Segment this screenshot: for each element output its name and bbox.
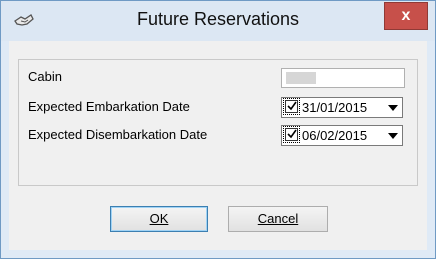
cancel-button[interactable]: Cancel bbox=[228, 206, 328, 232]
title-bar[interactable]: Future Reservations x bbox=[1, 1, 435, 41]
chevron-down-icon bbox=[388, 133, 398, 139]
chevron-down-icon bbox=[388, 105, 398, 111]
checkmark-icon bbox=[287, 101, 297, 111]
dialog-window: Future Reservations x Cabin Expected Emb… bbox=[0, 0, 436, 259]
disembarkation-dropdown-button[interactable] bbox=[385, 127, 401, 144]
ok-button-label[interactable]: OK bbox=[150, 211, 169, 226]
cabin-field[interactable] bbox=[281, 68, 405, 88]
cabin-value-masked bbox=[286, 72, 316, 84]
disembarkation-date-picker[interactable]: 06/02/2015 bbox=[281, 125, 403, 146]
close-icon[interactable]: x bbox=[402, 7, 411, 24]
dialog-body: Cabin Expected Embarkation Date 31/01/20… bbox=[9, 41, 427, 250]
cancel-button-label[interactable]: Cancel bbox=[258, 211, 298, 226]
embarkation-date-checkbox[interactable] bbox=[283, 98, 300, 115]
embarkation-date-value[interactable]: 31/01/2015 bbox=[302, 100, 367, 115]
embarkation-dropdown-button[interactable] bbox=[385, 99, 401, 116]
embarkation-date-picker[interactable]: 31/01/2015 bbox=[281, 97, 403, 118]
disembarkation-date-value[interactable]: 06/02/2015 bbox=[302, 128, 367, 143]
ok-button[interactable]: OK bbox=[110, 206, 208, 232]
checkmark-icon bbox=[287, 129, 297, 139]
disembarkation-date-label: Expected Disembarkation Date bbox=[28, 127, 208, 142]
window-title: Future Reservations bbox=[136, 9, 300, 29]
embarkation-date-label: Expected Embarkation Date bbox=[28, 99, 190, 114]
close-button[interactable]: x bbox=[384, 2, 428, 30]
disembarkation-date-checkbox[interactable] bbox=[283, 126, 300, 143]
cabin-label: Cabin bbox=[28, 69, 62, 84]
